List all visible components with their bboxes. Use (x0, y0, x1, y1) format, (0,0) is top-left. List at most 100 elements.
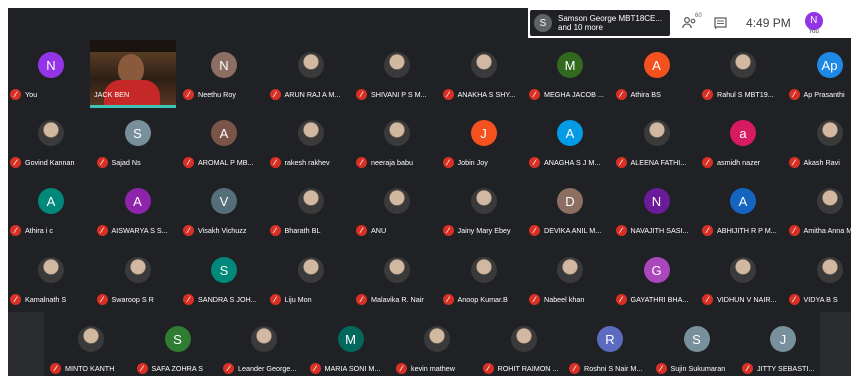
participant-name: You (25, 90, 38, 99)
participant-name: AROMAL P MB... (198, 158, 254, 167)
participant-name: Liju Mon (284, 295, 312, 304)
participant-tile[interactable]: S ∕ SANDRA S JOH... (181, 243, 267, 309)
participant-label: ∕ SANDRA S JOH... (183, 294, 257, 305)
participant-label: ∕ Jainy Mary Ebey (442, 225, 511, 236)
participant-name: Swaroop S R (111, 295, 154, 304)
participant-tile[interactable]: ∕ Leander George... (221, 312, 307, 376)
participant-label: ∕ Nabeel khan (529, 294, 584, 305)
participant-tile[interactable]: ∕ Jainy Mary Ebey (441, 174, 527, 240)
participant-avatar (384, 257, 410, 283)
participant-tile[interactable]: a ∕ asmidh nazer (700, 106, 786, 172)
participant-tile[interactable]: Ap ∕ Ap Prasanthi (787, 38, 852, 104)
participant-tile[interactable]: S ∕ Sujin Sukumaran (654, 312, 740, 376)
participant-tile[interactable]: ∕ Swaroop S R (95, 243, 181, 309)
participant-tile[interactable]: ∕Amitha Anna M... (787, 174, 851, 240)
participant-tile[interactable]: N ∕ Neethu Roy (181, 38, 267, 104)
participant-tile[interactable]: S ∕ Sajad Ns (95, 106, 181, 172)
participant-tile[interactable]: ∕ ARUN RAJ A M... (268, 38, 354, 104)
participant-tile[interactable]: ∕ kevin mathew (394, 312, 480, 376)
people-icon[interactable]: 60 (682, 13, 702, 31)
participant-tile[interactable]: J ∕ Jobin Joy (441, 106, 527, 172)
participant-tile[interactable]: ∕ Liju Mon (268, 243, 354, 309)
participant-tile[interactable]: A ∕ AISWARYA S S... (95, 174, 181, 240)
participant-tile[interactable]: ∕ Kamalnath S (8, 243, 94, 309)
participant-label: ∕ rakesh rakhev (269, 157, 330, 168)
participant-tile[interactable]: ∕ ANAKHA S SHY... (441, 38, 527, 104)
mic-muted-icon: ∕ (10, 294, 21, 305)
participant-name: VIDYA B S (803, 295, 838, 304)
meeting-controls-bar: S Samson George MBT18CE... and 10 more 6… (528, 8, 851, 38)
participant-label: ∕ Akash Ravi (788, 157, 840, 168)
participant-name: VIDHUN V NAIR... (717, 295, 777, 304)
participant-tile[interactable]: ∕ Govind Kannan (8, 106, 94, 172)
mic-muted-icon: ∕ (788, 294, 800, 305)
participant-avatar: Ap (816, 52, 843, 78)
participant-tile[interactable]: ∕ Nabeel khan (527, 243, 613, 309)
participant-avatar (124, 257, 151, 283)
participant-name: Roshni S Nair M... (584, 364, 643, 373)
participant-avatar (38, 120, 64, 146)
mic-muted-icon: ∕ (50, 363, 61, 374)
participant-avatar (424, 326, 450, 352)
participant-tile[interactable]: A ∕ Athira BS (614, 38, 700, 104)
presenter-pill[interactable]: S Samson George MBT18CE... and 10 more (530, 10, 671, 36)
participant-tile[interactable]: M ∕ MEGHA JACOB ... (527, 38, 613, 104)
participant-tile[interactable]: ∕ Akash Ravi (787, 106, 852, 172)
participant-name: kevin mathew (411, 364, 455, 373)
participant-name: Sajad Ns (111, 158, 141, 167)
mic-muted-icon: ∕ (569, 363, 580, 374)
participant-tile[interactable]: A ∕ Athira i c (8, 174, 94, 240)
participant-tile[interactable]: ∕ Bharath BL (268, 174, 354, 240)
participant-tile[interactable]: M ∕ MARIA SONI M... (308, 312, 394, 376)
participant-tile[interactable]: ∕ rakesh rakhev (268, 106, 354, 172)
mic-muted-icon: ∕ (183, 89, 194, 100)
self-label: You (808, 28, 819, 35)
self-account[interactable]: N You (804, 11, 823, 35)
participant-name: asmidh nazer (717, 158, 761, 167)
participant-name: Kamalnath S (25, 295, 67, 304)
participant-tile[interactable]: V ∕ Visakh Vichuzz (181, 174, 267, 240)
participant-label: ∕ ARUN RAJ A M... (269, 89, 340, 100)
participant-avatar: D (557, 188, 583, 214)
mic-muted-icon: ∕ (615, 225, 627, 236)
participant-tile[interactable]: A ∕ ABHIJITH R P M... (700, 174, 786, 240)
participant-tile[interactable]: ∕ ALEENA FATHI... (614, 106, 700, 172)
participant-tile[interactable]: N ∕ You (8, 38, 94, 104)
participant-tile[interactable]: ∕ MINTO KANTH (48, 312, 134, 376)
mic-muted-icon: ∕ (615, 89, 627, 100)
participant-tile[interactable]: R ∕ Roshni S Nair M... (567, 312, 653, 376)
participant-label: ∕ DEVIKA ANIL M... (529, 225, 601, 236)
participant-tile[interactable]: G ∕ GAYATHRI BHA... (614, 243, 700, 309)
participant-name: MINTO KANTH (65, 364, 115, 373)
mic-muted-icon: ∕ (529, 225, 540, 236)
mic-muted-icon: ∕ (442, 157, 454, 168)
participant-tile[interactable]: D ∕ DEVIKA ANIL M... (527, 174, 613, 240)
participant-label: ∕ ANAKHA S SHY... (442, 89, 515, 100)
mic-muted-icon: ∕ (183, 225, 194, 236)
participant-tile[interactable]: ∕ neeraja babu (354, 106, 440, 172)
participant-tile[interactable]: J ∕ JITTY SEBASTI... (740, 312, 826, 376)
participant-video[interactable]: JACK BEN (90, 40, 176, 108)
participant-tile[interactable]: ∕ VIDHUN V NAIR... (700, 243, 786, 309)
participant-avatar (643, 120, 670, 146)
participant-name: Visakh Vichuzz (198, 226, 247, 235)
participant-tile[interactable]: A ∕ ANAGHA S J M... (527, 106, 613, 172)
participant-tile[interactable]: ∕ Rahul S MBT19... (700, 38, 786, 104)
participant-name: rakesh rakhev (284, 158, 330, 167)
mic-muted-icon: ∕ (529, 89, 540, 100)
mic-muted-icon: ∕ (702, 294, 713, 305)
participant-label: ∕ Liju Mon (269, 294, 312, 305)
participant-tile[interactable]: N ∕ NAVAJITH SASI... (614, 174, 700, 240)
participant-tile[interactable]: ∕ SHIVANI P S M... (354, 38, 440, 104)
participant-tile[interactable]: ∕ ROHIT RAIMON ... (481, 312, 567, 376)
participant-tile[interactable]: A ∕ AROMAL P MB... (181, 106, 267, 172)
chat-icon[interactable] (712, 15, 728, 31)
participant-label: ∕ Athira i c (10, 225, 53, 236)
participant-tile[interactable]: ∕ Malavika R. Nair (354, 243, 440, 309)
participant-tile[interactable]: ∕ VIDYA B S (787, 243, 852, 309)
participant-tile[interactable]: ∕ Anoop Kumar.B (441, 243, 527, 309)
participant-name: MEGHA JACOB ... (544, 90, 604, 99)
mic-muted-icon: ∕ (309, 363, 321, 374)
participant-tile[interactable]: S ∕ SAFA ZOHRA S (135, 312, 221, 376)
participant-tile[interactable]: ∕ ANU (354, 174, 440, 240)
